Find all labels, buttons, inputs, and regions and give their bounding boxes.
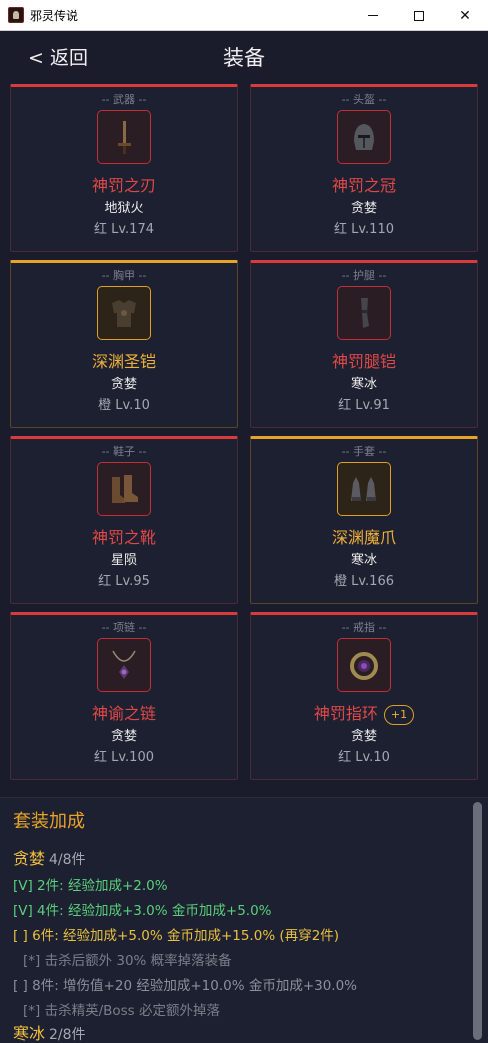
set-count: 4/8件 — [49, 852, 86, 868]
item-set: 贪婪 — [350, 201, 377, 216]
item-level: 红 Lv.110 — [333, 222, 394, 237]
close-button[interactable]: ✕ — [442, 0, 488, 31]
item-name: 深渊圣铠 — [91, 352, 156, 371]
item-set: 贪婪 — [110, 377, 137, 392]
slot-label: -- 武器 -- — [101, 93, 147, 106]
scrollbar-thumb[interactable] — [473, 802, 482, 1040]
item-set: 地狱火 — [104, 201, 144, 216]
set-bonus-line: [*] 击杀精英/Boss 必定额外掉落 — [23, 1003, 221, 1019]
equipment-slot-necklace[interactable]: -- 项链 -- 神谕之链 贪婪 红 Lv.100 — [10, 612, 238, 780]
window-title: 邪灵传说 — [30, 9, 79, 23]
item-set: 寒冰 — [350, 553, 377, 568]
item-name-row: 神罚指环 +1 — [251, 700, 477, 725]
set-count: 2/8件 — [49, 1027, 86, 1043]
item-name: 神谕之链 — [91, 704, 156, 723]
equipment-slot-legs[interactable]: -- 护腿 -- 神罚腿铠 寒冰 红 Lv.91 — [250, 260, 478, 428]
equipment-slot-weapon[interactable]: -- 武器 -- 神罚之刃 地狱火 红 Lv.174 — [10, 84, 238, 252]
set-bonus-line: [ ] 6件: 经验加成+5.0% 金币加成+15.0% (再穿2件) — [13, 928, 340, 944]
set-bonus-line: [V] 4件: 经验加成+3.0% 金币加成+5.0% — [13, 903, 272, 919]
set-name: 寒冰 — [13, 1024, 46, 1043]
slot-label: -- 鞋子 -- — [101, 445, 147, 458]
item-name: 神罚之冠 — [331, 176, 396, 195]
slot-label: -- 胸甲 -- — [101, 269, 147, 282]
gauntlets-icon — [337, 462, 391, 516]
necklace-icon — [97, 638, 151, 692]
item-level: 红 Lv.95 — [98, 574, 150, 589]
helmet-icon — [337, 110, 391, 164]
app-icon — [8, 7, 24, 23]
item-set: 寒冰 — [350, 377, 377, 392]
boots-icon — [97, 462, 151, 516]
set-header: 贪婪 4/8件 — [13, 845, 86, 869]
window-titlebar: 邪灵传说 ✕ — [0, 0, 488, 31]
item-level: 红 Lv.174 — [93, 222, 154, 237]
item-set: 贪婪 — [110, 729, 137, 744]
chest-armor-icon — [97, 286, 151, 340]
item-level: 红 Lv.91 — [338, 398, 390, 413]
slot-label: -- 护腿 -- — [341, 269, 387, 282]
item-set: 星陨 — [110, 553, 137, 568]
item-name: 神罚指环 — [313, 704, 378, 723]
slot-label: -- 项链 -- — [101, 621, 147, 634]
minimize-icon — [368, 15, 378, 16]
item-level: 红 Lv.10 — [338, 750, 390, 765]
slot-label: -- 手套 -- — [341, 445, 387, 458]
leg-armor-icon — [337, 286, 391, 340]
ring-icon — [337, 638, 391, 692]
item-name: 深渊魔爪 — [331, 528, 396, 547]
equipment-slot-ring[interactable]: -- 戒指 -- 神罚指环 +1 贪婪 红 Lv.10 — [250, 612, 478, 780]
slot-label: -- 头盔 -- — [341, 93, 387, 106]
item-level: 橙 Lv.166 — [333, 574, 394, 589]
equipment-slot-helmet[interactable]: -- 头盔 -- 神罚之冠 贪婪 红 Lv.110 — [250, 84, 478, 252]
set-bonus-title: 套装加成 — [13, 811, 85, 832]
item-name: 神罚之刃 — [91, 176, 156, 195]
sword-icon — [97, 110, 151, 164]
item-set: 贪婪 — [350, 729, 377, 744]
upgrade-badge: +1 — [383, 705, 415, 725]
set-header: 寒冰 2/8件 — [13, 1020, 86, 1043]
set-bonus-line: [*] 击杀后额外 30% 概率掉落装备 — [23, 953, 232, 969]
set-bonus-line: [ ] 8件: 增伤值+20 经验加成+10.0% 金币加成+30.0% — [13, 978, 358, 994]
equipment-slot-boots[interactable]: -- 鞋子 -- 神罚之靴 星陨 红 Lv.95 — [10, 436, 238, 604]
set-bonus-panel: 套装加成 贪婪 4/8件 [V] 2件: 经验加成+2.0% [V] 4件: 经验… — [0, 797, 488, 1043]
maximize-button[interactable] — [396, 0, 442, 31]
set-bonus-scrollbar[interactable] — [473, 802, 482, 1040]
slot-label: -- 戒指 -- — [341, 621, 387, 634]
item-name: 神罚腿铠 — [331, 352, 396, 371]
item-level: 红 Lv.100 — [93, 750, 154, 765]
close-icon: ✕ — [459, 7, 471, 24]
maximize-icon — [414, 10, 424, 21]
set-name: 贪婪 — [13, 849, 46, 868]
equipment-slot-gloves[interactable]: -- 手套 -- 深渊魔爪 寒冰 橙 Lv.166 — [250, 436, 478, 604]
equipment-screen: < 返回 装备 -- 武器 -- 神罚之刃 地狱火 红 Lv.174 -- 头盔… — [0, 31, 488, 1043]
equipment-slot-chest[interactable]: -- 胸甲 -- 深渊圣铠 贪婪 橙 Lv.10 — [10, 260, 238, 428]
minimize-button[interactable] — [350, 0, 396, 31]
back-button[interactable]: < 返回 — [28, 43, 88, 70]
item-level: 橙 Lv.10 — [98, 398, 150, 413]
set-bonus-line: [V] 2件: 经验加成+2.0% — [13, 878, 168, 894]
item-name: 神罚之靴 — [91, 528, 156, 547]
